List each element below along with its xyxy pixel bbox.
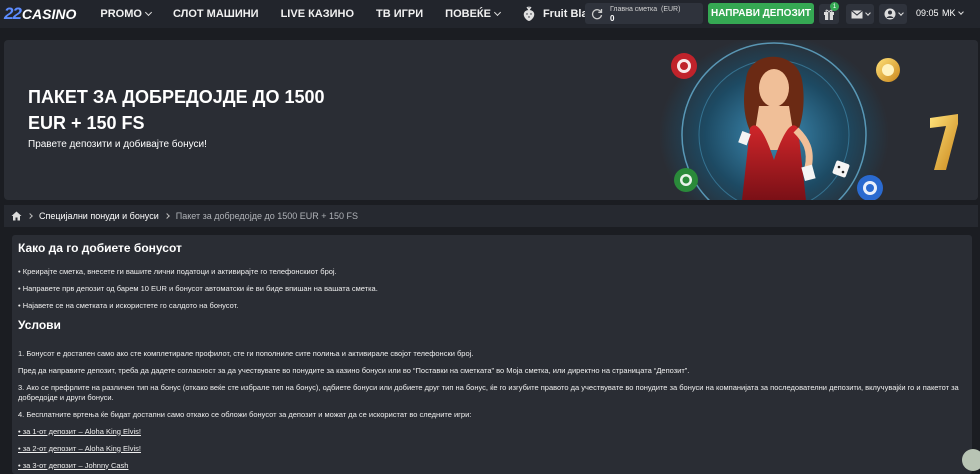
nav-tv-games-label: ТВ ИГРИ <box>376 8 424 20</box>
home-icon[interactable] <box>11 211 22 221</box>
breadcrumb-current: Пакет за добредојде до 1500 EUR + 150 FS <box>175 211 359 221</box>
game-link[interactable]: • за 1-от депозит – Aloha King Elvis! <box>18 427 966 437</box>
account-currency: (EUR) <box>660 5 681 13</box>
account-label: Главна сметка <box>610 5 658 13</box>
casino-logo[interactable]: 22 CASINO <box>4 0 76 28</box>
strawberry-icon <box>523 6 535 21</box>
deposit-button[interactable]: НАПРАВИ ДЕПОЗИТ <box>708 3 814 24</box>
breadcrumb: Специјални понуди и бонуси Пакет за добр… <box>4 205 978 227</box>
bonus-content-panel: Како да го добиете бонусот • Креирајте с… <box>12 235 972 474</box>
clock: 09:05 <box>916 8 939 18</box>
gift-button[interactable]: 1 <box>819 2 839 24</box>
chevron-right-icon <box>163 213 170 219</box>
top-navbar: 22 CASINO PROMO СЛОТ МАШИНИ LIVE КАЗИНО … <box>0 0 980 28</box>
banner-title: ПАКЕТ ЗА ДОБРЕДОЈДЕ ДО 1500 EUR + 150 FS <box>28 87 325 133</box>
gift-count-badge: 1 <box>830 2 839 11</box>
banner-subtitle: Правете депозити и добивајте бонуси! <box>28 139 207 150</box>
nav-slots-label: СЛОТ МАШИНИ <box>172 8 259 20</box>
banner-illustration <box>656 40 978 200</box>
refresh-icon[interactable] <box>590 7 604 21</box>
chevron-down-icon <box>864 10 871 16</box>
chevron-down-icon <box>957 9 964 15</box>
messages-button[interactable] <box>846 4 874 24</box>
language-label: MK <box>942 8 956 18</box>
user-icon <box>884 8 895 20</box>
main-nav: PROMO СЛОТ МАШИНИ LIVE КАЗИНО ТВ ИГРИ ПО… <box>100 0 619 28</box>
nav-promo[interactable]: PROMO <box>100 8 152 20</box>
mail-icon <box>850 9 863 18</box>
user-menu-button[interactable] <box>879 4 907 24</box>
nav-more-label: ПОВЕЌЕ <box>445 8 491 20</box>
step-item: • Најавете се на сметката и искористете … <box>18 301 239 310</box>
condition-item: 4. Бесплатните вртења ќе бидат достапни … <box>18 409 472 419</box>
game-link[interactable]: • за 2-от депозит – Aloha King Elvis! <box>18 444 966 454</box>
chevron-down-icon <box>897 10 904 16</box>
logo-word: CASINO <box>21 6 77 22</box>
live-chat-button[interactable] <box>962 449 980 471</box>
nav-live-casino[interactable]: LIVE КАЗИНО <box>281 8 354 20</box>
game-link[interactable]: • за 3-от депозит – Johnny Cash <box>18 461 966 471</box>
condition-item: Пред да направите депозит, треба да даде… <box>18 366 690 375</box>
chevron-right-icon <box>27 213 33 219</box>
nav-tv-games[interactable]: ТВ ИГРИ <box>376 8 423 20</box>
nav-promo-label: PROMO <box>100 8 142 20</box>
step-item: • Креирајте сметка, внесете ги вашите ли… <box>18 267 337 276</box>
chevron-down-icon <box>144 8 152 17</box>
nav-slots[interactable]: СЛОТ МАШИНИ <box>173 8 259 20</box>
account-balance: 0 <box>610 13 615 23</box>
promo-banner: ПАКЕТ ЗА ДОБРЕДОЈДЕ ДО 1500 EUR + 150 FS… <box>4 40 978 200</box>
nav-more[interactable]: ПОВЕЌЕ <box>445 8 501 20</box>
how-to-heading: Како да го добиете бонусот <box>18 241 182 255</box>
account-balance-box[interactable]: Главна сметка (EUR) 0 <box>585 3 703 24</box>
step-item: • Направете прв депозит од барем 10 EUR … <box>18 284 378 293</box>
chevron-down-icon <box>493 8 501 17</box>
breadcrumb-special-offers[interactable]: Специјални понуди и бонуси <box>39 211 159 221</box>
conditions-heading: Услови <box>18 318 61 332</box>
nav-live-casino-label: LIVE КАЗИНО <box>280 8 355 20</box>
condition-item: 3. Ако се префрлите на различен тип на б… <box>18 383 959 402</box>
logo-number: 22 <box>4 4 22 23</box>
language-selector[interactable]: MK <box>942 8 964 18</box>
condition-item: 1. Бонусот е достапен само ако сте компл… <box>18 349 474 358</box>
